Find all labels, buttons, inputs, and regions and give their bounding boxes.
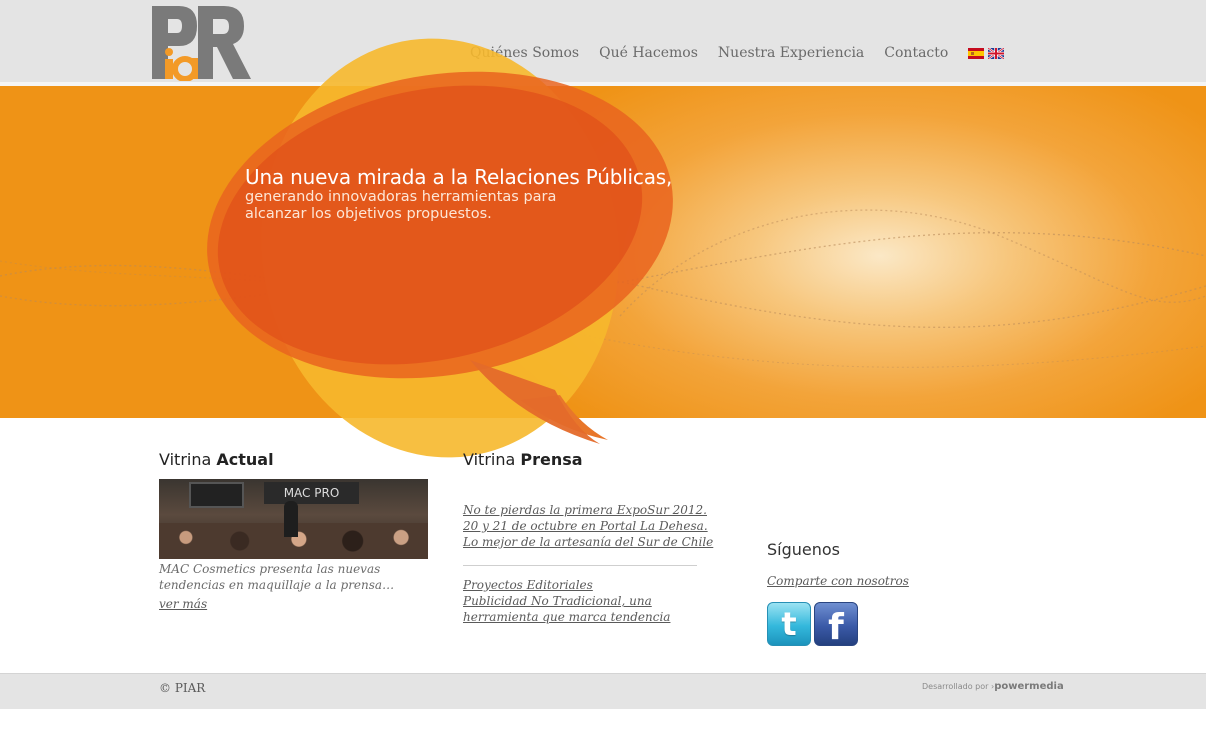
spanish-flag-icon[interactable] <box>968 47 985 59</box>
vitrina-actual-section: Vitrina Actual MAC PRO MAC Cosmetics pre… <box>159 450 429 612</box>
press-link[interactable]: Proyectos Editoriales <box>463 577 698 593</box>
footer: © PIAR Desarrollado por ›powermedia <box>0 673 1206 709</box>
english-flag-icon[interactable] <box>988 47 1005 59</box>
siguenos-title: Síguenos <box>767 540 841 559</box>
developer-credit[interactable]: Desarrollado por ›powermedia <box>922 681 1064 692</box>
facebook-icon[interactable]: f <box>814 602 858 648</box>
twitter-icon[interactable]: t <box>767 602 811 646</box>
tv-screen <box>189 482 244 508</box>
nav-que-hacemos[interactable]: Qué Hacemos <box>599 45 698 61</box>
language-switcher <box>968 47 1005 59</box>
piar-logo[interactable] <box>151 4 251 81</box>
press-link[interactable]: herramienta que marca tendencia <box>463 609 698 625</box>
vitrina-actual-image[interactable]: MAC PRO <box>159 479 428 559</box>
press-link[interactable]: Lo mejor de la artesanía del Sur de Chil… <box>463 534 713 550</box>
press-item-exposur: No te pierdas la primera ExpoSur 2012. 2… <box>463 502 713 550</box>
vitrina-actual-text: MAC Cosmetics presenta las nuevas tenden… <box>159 562 395 592</box>
hero-banner <box>0 86 1206 418</box>
nav-contacto[interactable]: Contacto <box>884 45 948 61</box>
press-link[interactable]: 20 y 21 de octubre en Portal La Dehesa. <box>463 518 708 534</box>
nav-quienes-somos[interactable]: Quiénes Somos <box>470 45 579 61</box>
social-icons: t f <box>767 602 967 648</box>
presenter <box>284 501 298 537</box>
press-link[interactable]: No te pierdas la primera ExpoSur 2012. <box>463 502 707 518</box>
mac-pro-sign: MAC PRO <box>264 482 359 504</box>
hero-subtitle: generando innovadoras herramientas para … <box>245 189 557 222</box>
header: Quiénes Somos Qué Hacemos Nuestra Experi… <box>0 0 1206 84</box>
ver-mas-link[interactable]: ver más <box>159 597 207 611</box>
nav-nuestra-experiencia[interactable]: Nuestra Experiencia <box>718 45 864 61</box>
press-link[interactable]: Publicidad No Tradicional, una <box>463 593 698 609</box>
vitrina-prensa-title: Vitrina Prensa <box>463 450 583 469</box>
divider <box>463 565 697 566</box>
comparte-link[interactable]: Comparte con nosotros <box>767 574 967 588</box>
vitrina-actual-title: Vitrina Actual <box>159 450 274 469</box>
vitrina-prensa-section: Vitrina Prensa No te pierdas la primera … <box>463 450 713 625</box>
hero-text: Una nueva mirada a la Relaciones Pública… <box>245 165 672 223</box>
siguenos-section: Síguenos Comparte con nosotros t f <box>767 540 967 648</box>
main-nav: Quiénes Somos Qué Hacemos Nuestra Experi… <box>470 45 1005 61</box>
copyright: © PIAR <box>159 681 206 695</box>
hero-title: Una nueva mirada a la Relaciones Pública… <box>245 165 673 189</box>
press-item-editoriales: Proyectos Editoriales Publicidad No Trad… <box>463 577 698 625</box>
decorative-wave-lines <box>0 209 1206 368</box>
